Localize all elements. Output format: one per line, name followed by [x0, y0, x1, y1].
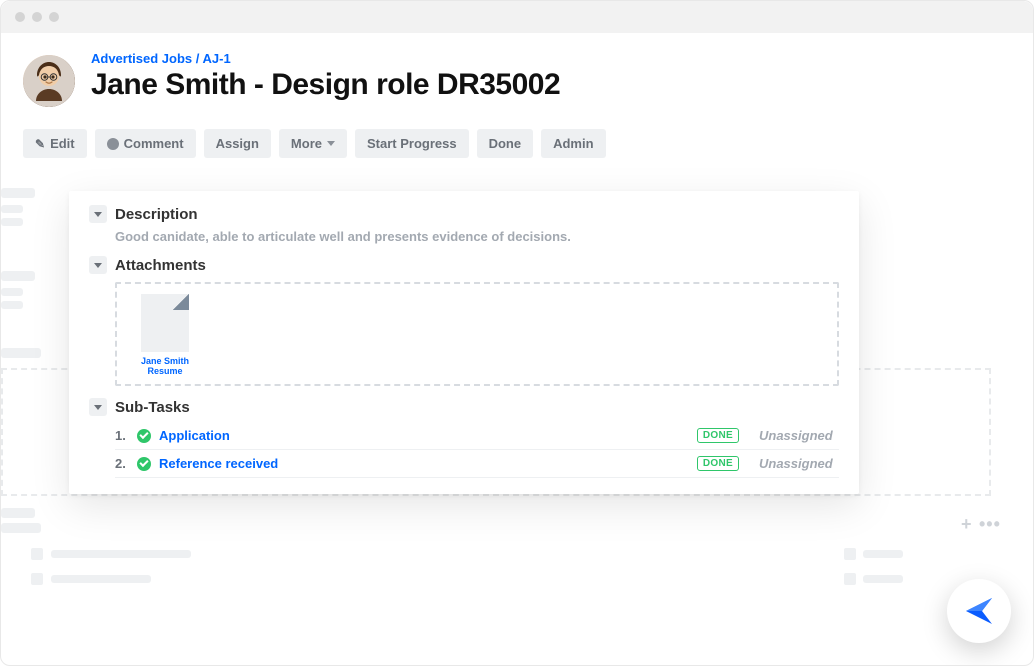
window-titlebar [1, 1, 1033, 33]
start-progress-button[interactable]: Start Progress [355, 129, 469, 158]
edit-button[interactable]: ✎ Edit [23, 129, 87, 158]
app-fab[interactable] [947, 579, 1011, 643]
subtasks-heading: Sub-Tasks [115, 399, 190, 416]
chevron-down-icon [94, 405, 102, 410]
attachments-heading: Attachments [115, 257, 206, 274]
send-icon [962, 594, 996, 628]
attachments-dropzone[interactable]: Jane Smith Resume [115, 282, 839, 386]
section-toggle[interactable] [89, 256, 107, 274]
skeleton-strip [1, 301, 23, 309]
start-progress-label: Start Progress [367, 136, 457, 151]
skeleton-strip [51, 575, 151, 583]
skeleton-strip [1, 188, 35, 198]
skeleton-strip [1, 508, 35, 518]
skeleton-strip [1, 205, 23, 213]
comment-button[interactable]: Comment [95, 129, 196, 158]
traffic-light-close[interactable] [15, 12, 25, 22]
skeleton-strip [31, 548, 43, 560]
done-label: Done [489, 136, 522, 151]
app-window: Advertised Jobs / AJ-1 Jane Smith - Desi… [0, 0, 1034, 666]
subtask-row[interactable]: 2. Reference received DONE Unassigned [115, 450, 839, 478]
subtask-row[interactable]: 1. Application DONE Unassigned [115, 422, 839, 450]
attachments-section: Attachments Jane Smith Resume [89, 256, 839, 386]
issue-detail-card: Description Good canidate, able to artic… [69, 191, 859, 494]
skeleton-strip [1, 348, 41, 358]
comment-icon [107, 138, 119, 150]
issue-title: Jane Smith - Design role DR35002 [91, 68, 1011, 102]
check-circle-icon [137, 429, 151, 443]
subtask-number: 2. [115, 456, 129, 471]
skeleton-strip [1, 523, 41, 533]
skeleton-strip [863, 575, 903, 583]
skeleton-strip [844, 548, 856, 560]
chevron-down-icon [94, 263, 102, 268]
admin-button[interactable]: Admin [541, 129, 605, 158]
assign-button[interactable]: Assign [204, 129, 271, 158]
content-area: Advertised Jobs / AJ-1 Jane Smith - Desi… [1, 33, 1033, 158]
skeleton-strip [844, 573, 856, 585]
skeleton-strip [51, 550, 191, 558]
assignee-label: Unassigned [759, 456, 839, 471]
subtasks-section: Sub-Tasks 1. Application DONE Unassigned… [89, 398, 839, 478]
subtask-number: 1. [115, 428, 129, 443]
traffic-light-minimize[interactable] [32, 12, 42, 22]
reporter-avatar[interactable] [23, 55, 75, 107]
more-button[interactable]: More [279, 129, 347, 158]
edit-label: Edit [50, 136, 75, 151]
done-button[interactable]: Done [477, 129, 534, 158]
description-body: Good canidate, able to articulate well a… [115, 229, 839, 244]
add-icon[interactable]: + [961, 514, 972, 535]
action-toolbar: ✎ Edit Comment Assign More Start Progress… [23, 129, 1011, 158]
more-label: More [291, 136, 322, 151]
section-toggle[interactable] [89, 205, 107, 223]
breadcrumb[interactable]: Advertised Jobs / AJ-1 [91, 51, 1011, 66]
attachment-filename: Jane Smith Resume [129, 356, 201, 376]
skeleton-strip [1, 288, 23, 296]
more-icon[interactable]: ••• [979, 514, 1001, 535]
subtask-list: 1. Application DONE Unassigned 2. Refere… [115, 422, 839, 478]
pencil-icon: ✎ [35, 137, 45, 151]
assign-label: Assign [216, 136, 259, 151]
document-icon [141, 294, 189, 352]
description-heading: Description [115, 206, 198, 223]
description-section: Description Good canidate, able to artic… [89, 205, 839, 244]
status-badge: DONE [697, 428, 739, 443]
skeleton-strip [1, 271, 35, 281]
admin-label: Admin [553, 136, 593, 151]
skeleton-strip [31, 573, 43, 585]
comment-label: Comment [124, 136, 184, 151]
skeleton-strip [1, 218, 23, 226]
section-toggle[interactable] [89, 398, 107, 416]
skeleton-strip [863, 550, 903, 558]
subtask-link[interactable]: Application [159, 428, 689, 443]
check-circle-icon [137, 457, 151, 471]
assignee-label: Unassigned [759, 428, 839, 443]
status-badge: DONE [697, 456, 739, 471]
chevron-down-icon [327, 141, 335, 146]
attachment-file[interactable]: Jane Smith Resume [129, 294, 201, 376]
issue-header: Advertised Jobs / AJ-1 Jane Smith - Desi… [23, 51, 1011, 107]
traffic-light-zoom[interactable] [49, 12, 59, 22]
subtask-link[interactable]: Reference received [159, 456, 689, 471]
chevron-down-icon [94, 212, 102, 217]
